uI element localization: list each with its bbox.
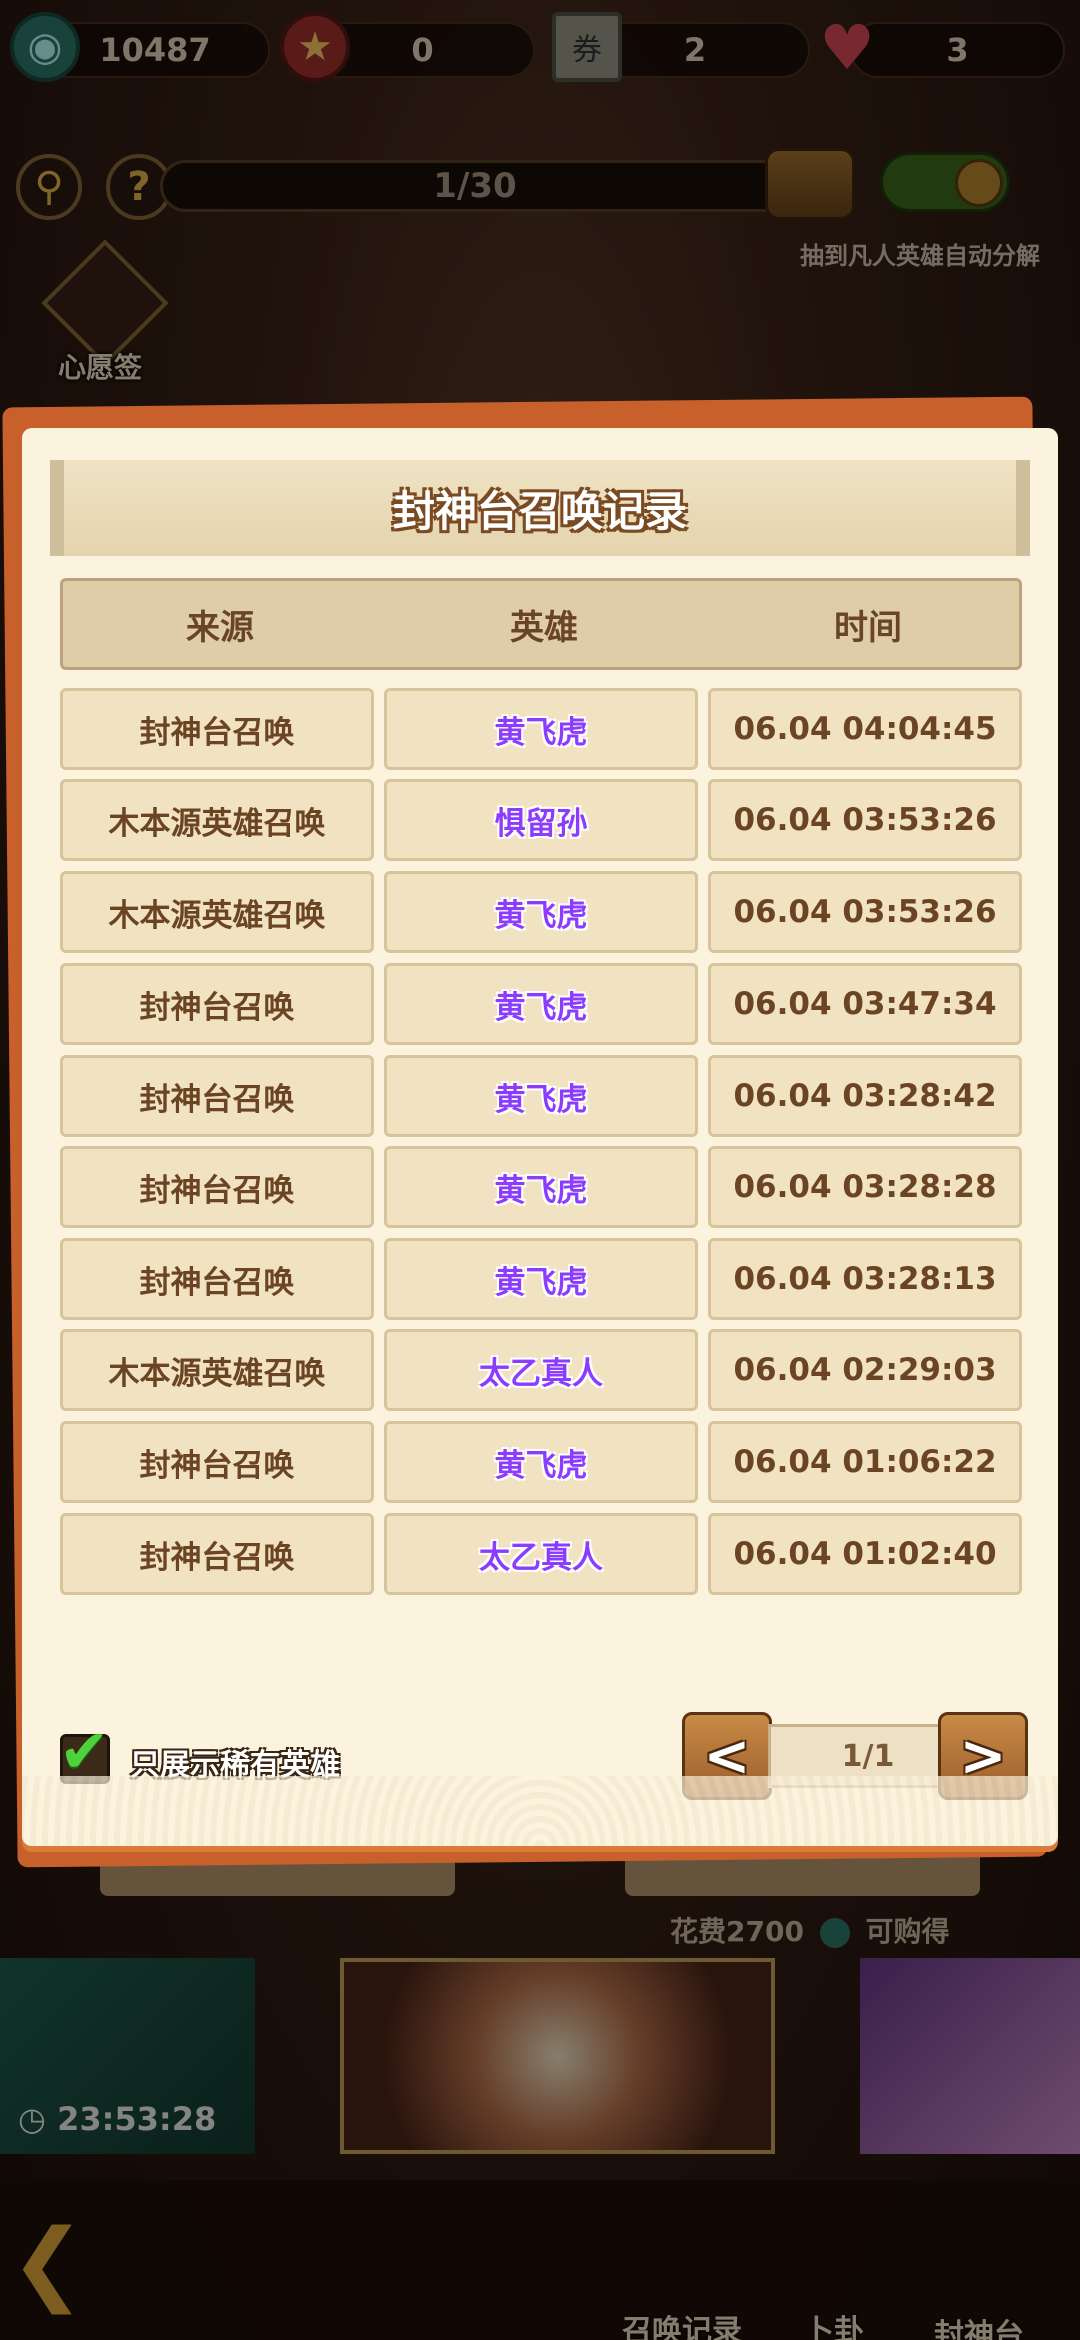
dialog-title: 封神台召唤记录	[392, 486, 687, 536]
row-time: 06.04 03:47:34	[708, 963, 1022, 1045]
row-source: 封神台召唤	[60, 688, 374, 770]
row-hero[interactable]: 黄飞虎	[384, 1055, 698, 1137]
row-source: 木本源英雄召唤	[60, 1329, 374, 1411]
row-source: 封神台召唤	[60, 963, 374, 1045]
row-hero[interactable]: 太乙真人	[384, 1513, 698, 1595]
row-hero[interactable]: 黄飞虎	[384, 1238, 698, 1320]
table-header: 来源 英雄 时间	[60, 578, 1022, 670]
header-source: 来源	[186, 607, 254, 648]
row-time: 06.04 03:28:13	[708, 1238, 1022, 1320]
table-row: 木本源英雄召唤 惧留孙 06.04 03:53:26	[60, 779, 1022, 861]
row-time: 06.04 01:02:40	[708, 1513, 1022, 1595]
row-hero[interactable]: 黄飞虎	[384, 1421, 698, 1503]
header-hero: 英雄	[510, 607, 578, 648]
dialog-title-banner: 封神台召唤记录	[50, 460, 1030, 556]
table-row: 封神台召唤 黄飞虎 06.04 01:06:22	[60, 1421, 1022, 1503]
row-source: 木本源英雄召唤	[60, 871, 374, 953]
row-hero[interactable]: 黄飞虎	[384, 963, 698, 1045]
table-row: 封神台召唤 黄飞虎 06.04 04:04:45	[60, 688, 1022, 770]
row-hero[interactable]: 黄飞虎	[384, 688, 698, 770]
header-time: 时间	[834, 607, 902, 648]
table-row: 封神台召唤 黄飞虎 06.04 03:28:42	[60, 1055, 1022, 1137]
row-time: 06.04 03:28:42	[708, 1055, 1022, 1137]
summon-record-dialog: 封神台召唤记录 来源 英雄 时间 封神台召唤 黄飞虎 06.04 04:04:4…	[22, 428, 1058, 1846]
row-hero[interactable]: 黄飞虎	[384, 871, 698, 953]
table-row: 木本源英雄召唤 黄飞虎 06.04 03:53:26	[60, 871, 1022, 953]
row-hero[interactable]: 惧留孙	[384, 779, 698, 861]
row-time: 06.04 02:29:03	[708, 1329, 1022, 1411]
wave-pattern-decoration	[22, 1776, 1058, 1846]
row-time: 06.04 03:53:26	[708, 779, 1022, 861]
table-row: 封神台召唤 黄飞虎 06.04 03:28:28	[60, 1146, 1022, 1228]
row-source: 封神台召唤	[60, 1513, 374, 1595]
row-time: 06.04 04:04:45	[708, 688, 1022, 770]
row-source: 封神台召唤	[60, 1146, 374, 1228]
row-time: 06.04 01:06:22	[708, 1421, 1022, 1503]
row-hero[interactable]: 黄飞虎	[384, 1146, 698, 1228]
row-source: 木本源英雄召唤	[60, 779, 374, 861]
row-source: 封神台召唤	[60, 1238, 374, 1320]
row-source: 封神台召唤	[60, 1055, 374, 1137]
table-row: 封神台召唤 太乙真人 06.04 01:02:40	[60, 1513, 1022, 1595]
row-hero[interactable]: 太乙真人	[384, 1329, 698, 1411]
page-text: 1/1	[841, 1738, 895, 1774]
row-time: 06.04 03:53:26	[708, 871, 1022, 953]
table-row: 木本源英雄召唤 太乙真人 06.04 02:29:03	[60, 1329, 1022, 1411]
table-row: 封神台召唤 黄飞虎 06.04 03:47:34	[60, 963, 1022, 1045]
row-time: 06.04 03:28:28	[708, 1146, 1022, 1228]
row-source: 封神台召唤	[60, 1421, 374, 1503]
table-row: 封神台召唤 黄飞虎 06.04 03:28:13	[60, 1238, 1022, 1320]
